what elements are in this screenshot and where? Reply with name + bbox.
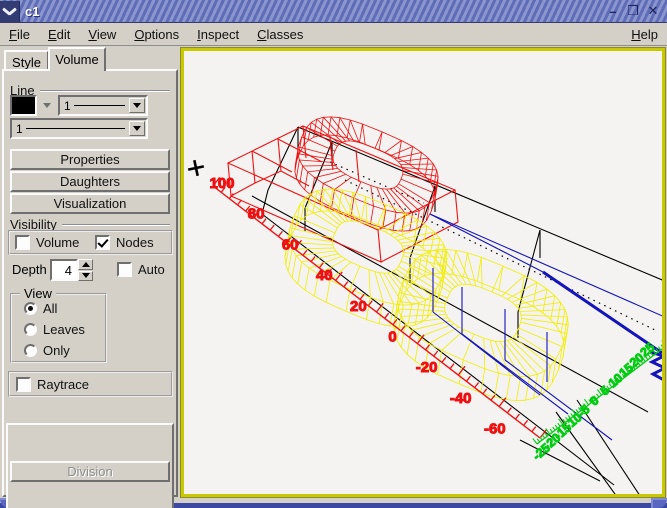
minimize-icon[interactable]: – (603, 1, 623, 21)
spin-up-icon[interactable] (78, 259, 93, 270)
svg-text:20: 20 (350, 298, 367, 315)
properties-button[interactable]: Properties (10, 149, 170, 170)
depth-label: Depth (12, 262, 47, 277)
menu-help[interactable]: Help (622, 25, 667, 44)
tab-style[interactable]: Style (4, 50, 49, 70)
menu-options[interactable]: Options (125, 25, 188, 44)
depth-stepper (78, 259, 93, 281)
svg-text:-20: -20 (416, 359, 438, 376)
menu-classes[interactable]: Classes (248, 25, 312, 44)
svg-text:100: 100 (209, 175, 234, 192)
svg-text:-40: -40 (450, 390, 472, 407)
line-width-combo[interactable]: 1 (58, 95, 148, 116)
svg-text:0: 0 (587, 393, 601, 408)
depth-value-field[interactable]: 4 (50, 259, 78, 281)
volume-checkbox[interactable] (15, 235, 30, 250)
volume-checkbox-label: Volume (36, 235, 79, 250)
chevron-down-icon[interactable] (129, 98, 145, 113)
canvas-frame: 100806040200-20-40-60 -25-20-15-10-50510… (181, 48, 665, 497)
red-axis: 100 80 60 40 20 0 -20 -40 -60 (209, 175, 546, 438)
view-leaves-radio[interactable] (24, 323, 37, 336)
line-style-combo[interactable]: 1 (10, 118, 148, 139)
menu-inspect[interactable]: Inspect (188, 25, 248, 44)
plus-marker-icon (187, 159, 206, 178)
raytrace-checkbox[interactable] (16, 377, 31, 392)
menu-view[interactable]: View (79, 25, 125, 44)
visualization-button[interactable]: Visualization (10, 193, 170, 214)
view-all-radio[interactable] (24, 302, 37, 315)
view-only-radio[interactable] (24, 344, 37, 357)
svg-text:0: 0 (388, 329, 396, 346)
title-bar[interactable]: c1 – ❒ ✕ (0, 0, 667, 23)
menu-file[interactable]: File (0, 25, 39, 44)
line-color-swatch[interactable] (10, 95, 37, 116)
menu-items: FileEditViewOptionsInspectClasses (0, 25, 312, 44)
svg-text:40: 40 (316, 267, 333, 284)
close-icon[interactable]: ✕ (643, 1, 663, 21)
auto-checkbox[interactable] (117, 262, 132, 277)
view-group-label: View (20, 286, 56, 301)
chevron-down-icon[interactable] (129, 121, 145, 136)
window-title: c1 (25, 4, 39, 19)
geometry-viewport[interactable]: 100806040200-20-40-60 -25-20-15-10-50510… (184, 51, 662, 494)
nodes-checkbox-label: Nodes (116, 235, 154, 250)
window-menu-icon[interactable] (0, 1, 20, 22)
raytrace-checkbox-label: Raytrace (37, 377, 89, 392)
svg-text:60: 60 (282, 236, 299, 253)
volume-panel: Line 1 1 Properties Daughters Visualizat… (2, 69, 178, 497)
view-group: View All Leaves Only (10, 293, 107, 363)
svg-text:80: 80 (248, 206, 265, 223)
division-button: Division (10, 461, 170, 482)
svg-text:-60: -60 (484, 421, 506, 438)
spin-down-icon[interactable] (78, 271, 93, 282)
menu-edit[interactable]: Edit (39, 25, 79, 44)
nodes-checkbox[interactable] (95, 235, 110, 250)
auto-checkbox-label: Auto (138, 262, 165, 277)
daughters-button[interactable]: Daughters (10, 171, 170, 192)
raytrace-frame: Raytrace (8, 371, 173, 397)
tab-volume[interactable]: Volume (48, 47, 106, 71)
visibility-frame: Volume Nodes (8, 230, 173, 255)
color-dropdown-button[interactable] (40, 95, 54, 116)
menu-bar: FileEditViewOptionsInspectClasses Help (0, 24, 667, 46)
app-window: c1 – ❒ ✕ FileEditViewOptionsInspectClass… (0, 0, 667, 508)
maximize-icon[interactable]: ❒ (623, 1, 643, 21)
